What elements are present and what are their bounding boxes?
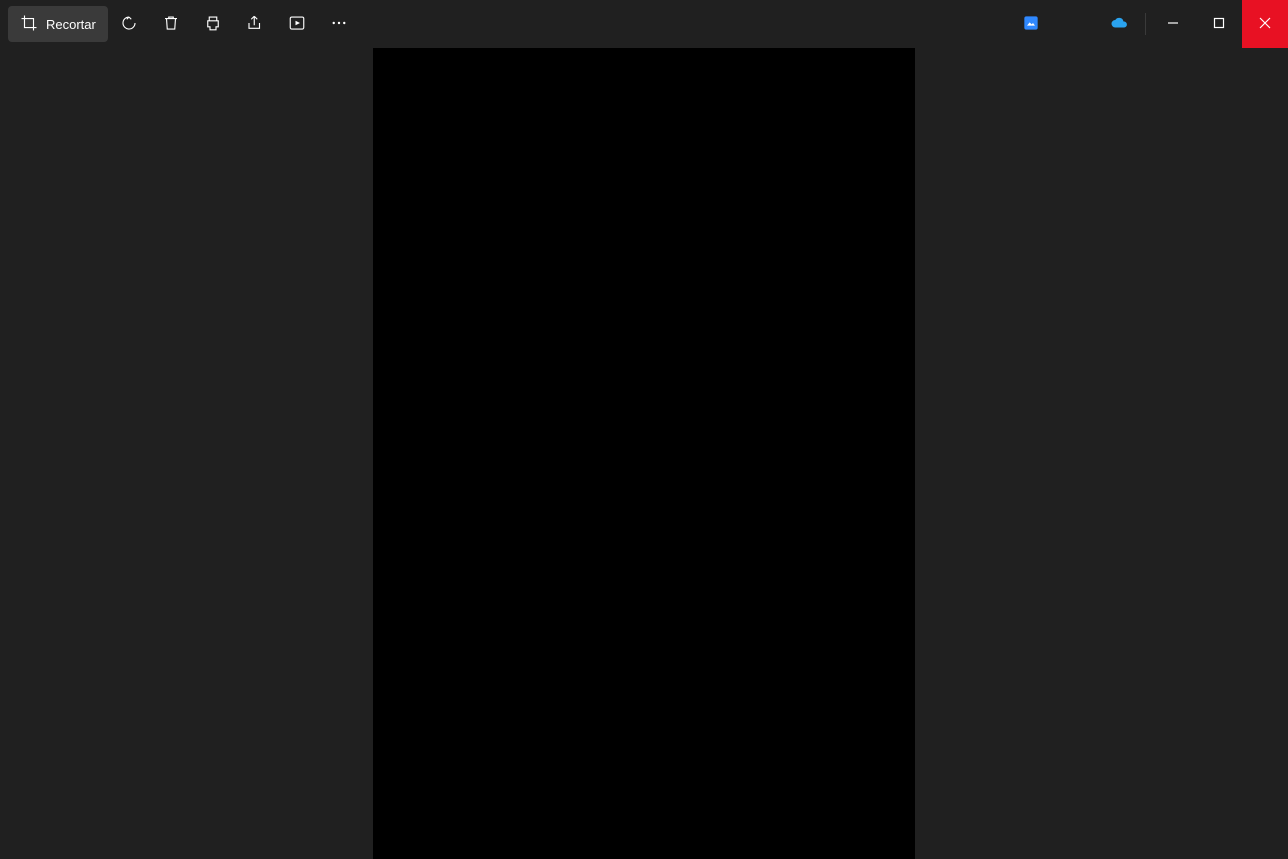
edit-app-shortcut[interactable]: [1009, 6, 1053, 42]
cloud-icon: [1110, 14, 1128, 35]
edit-app-icon: [1023, 15, 1039, 34]
more-icon: [330, 14, 348, 35]
crop-icon: [20, 14, 38, 35]
trash-icon: [162, 14, 180, 35]
share-icon: [246, 14, 264, 35]
minimize-button[interactable]: [1150, 0, 1196, 48]
image-surface: [373, 48, 915, 859]
image-viewport[interactable]: [0, 48, 1288, 859]
title-bar: Recortar: [0, 0, 1288, 48]
share-button[interactable]: [234, 6, 276, 42]
print-button[interactable]: [192, 6, 234, 42]
toolbar-right: [1009, 0, 1288, 48]
delete-button[interactable]: [150, 6, 192, 42]
maximize-icon: [1213, 17, 1225, 32]
rotate-icon: [120, 14, 138, 35]
print-icon: [204, 14, 222, 35]
separator: [1145, 13, 1146, 35]
rotate-button[interactable]: [108, 6, 150, 42]
crop-label: Recortar: [46, 17, 96, 32]
clipchamp-shortcut[interactable]: [1053, 6, 1097, 42]
more-button[interactable]: [318, 6, 360, 42]
slideshow-button[interactable]: [276, 6, 318, 42]
onedrive-shortcut[interactable]: [1097, 6, 1141, 42]
play-rect-icon: [288, 14, 306, 35]
toolbar-left: Recortar: [8, 6, 360, 42]
maximize-button[interactable]: [1196, 0, 1242, 48]
close-icon: [1259, 17, 1271, 32]
minimize-icon: [1167, 17, 1179, 32]
close-button[interactable]: [1242, 0, 1288, 48]
crop-button[interactable]: Recortar: [8, 6, 108, 42]
